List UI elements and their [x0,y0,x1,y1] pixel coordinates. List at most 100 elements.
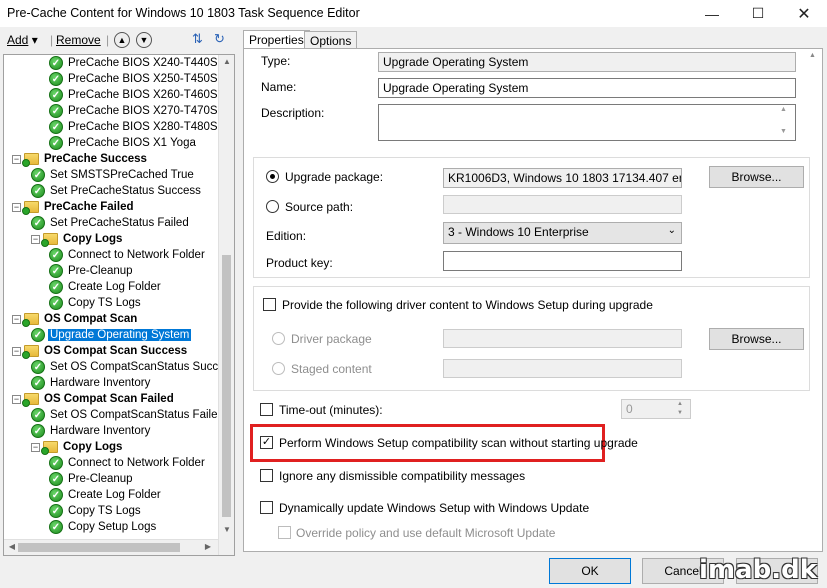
tree-step-node[interactable]: ✓ Set OS CompatScanStatus Success [31,359,234,375]
tree-step-node[interactable]: ✓ PreCache BIOS X250-T450S [49,71,220,87]
driver-package-radio[interactable] [272,332,285,345]
provide-drivers-checkbox[interactable] [263,298,276,311]
tree-step-node[interactable]: ✓ Copy Setup Logs [49,519,158,535]
move-up-icon[interactable]: ▲ [114,32,130,48]
tree-step-node[interactable]: ✓ Upgrade Operating System [31,327,193,343]
tree-step-node[interactable]: ✓ PreCache BIOS X240-T440S [49,55,220,71]
tree-group-node[interactable]: − OS Compat Scan Failed [12,391,176,407]
edition-select[interactable]: 3 - Windows 10 Enterprise ⌄ [443,222,682,244]
remove-button[interactable]: Remove [56,33,101,47]
tree-step-node[interactable]: ✓ PreCache BIOS X1 Yoga [49,135,198,151]
tree-step-node[interactable]: ✓ Set OS CompatScanStatus Failed [31,407,226,423]
scroll-right-icon[interactable]: ▶ [202,542,214,554]
browse-driver-button[interactable]: Browse... [709,328,804,350]
provide-drivers-label: Provide the following driver content to … [282,298,653,312]
tree-node-label: Connect to Network Folder [68,457,205,469]
status-dot-icon [22,399,30,407]
timeout-spinner-icon[interactable]: ▲ ▼ [677,400,683,418]
tree-step-node[interactable]: ✓ Set PreCacheStatus Failed [31,215,191,231]
tree-step-node[interactable]: ✓ Set SMSTSPreCached True [31,167,196,183]
dynamic-update-checkbox[interactable] [260,501,273,514]
tree-group-node[interactable]: − OS Compat Scan Success [12,343,189,359]
browse-package-button[interactable]: Browse... [709,166,804,188]
maximize-button[interactable]: ☐ [735,0,781,27]
source-path-radio[interactable] [266,200,279,213]
edition-select-value: 3 - Windows 10 Enterprise [448,225,589,239]
collapse-icon[interactable]: − [12,346,21,356]
tree-node-label: OS Compat Scan Failed [44,393,174,405]
collapse-icon[interactable]: − [12,202,21,212]
description-scroll-down-icon[interactable]: ▼ [780,128,787,135]
collapse-icon[interactable]: − [31,234,40,244]
tree-step-node[interactable]: ✓ Connect to Network Folder [49,455,207,471]
name-field[interactable]: Upgrade Operating System [378,78,796,98]
timeout-label: Time-out (minutes): [279,403,383,417]
tree-vertical-scrollbar[interactable]: ▲ ▼ [218,55,234,555]
tree-group-node[interactable]: − OS Compat Scan [12,311,139,327]
tree-step-node[interactable]: ✓ Pre-Cleanup [49,471,135,487]
tree-horizontal-scrollbar[interactable]: ◀ ▶ [4,539,218,555]
tab-properties[interactable]: Properties [243,30,310,50]
scroll-up-icon[interactable]: ▲ [221,57,233,69]
upgrade-package-radio[interactable] [266,170,279,183]
tree-step-node[interactable]: ✓ PreCache BIOS X260-T460S [49,87,220,103]
staged-content-field [443,359,682,378]
move-down-icon[interactable]: ▼ [136,32,152,48]
collapse-icon[interactable]: − [12,154,21,164]
timeout-checkbox[interactable] [260,403,273,416]
tree-step-node[interactable]: ✓ PreCache BIOS X270-T470S [49,103,220,119]
description-scroll-up-icon[interactable]: ▲ [780,106,787,113]
tree-step-node[interactable]: ✓ Set PreCacheStatus Success [31,183,203,199]
title-bar: Pre-Cache Content for Windows 10 1803 Ta… [0,0,827,27]
tree-group-node[interactable]: − PreCache Failed [12,199,135,215]
tree-node-label: Copy Logs [63,441,123,453]
tree-node-label: OS Compat Scan Success [44,345,188,357]
tree-step-node[interactable]: ✓ Create Log Folder [49,279,163,295]
tree-hscroll-thumb[interactable] [18,543,180,552]
tree-step-node[interactable]: ✓ Create Log Folder [49,487,163,503]
tree-step-node[interactable]: ✓ Copy TS Logs [49,503,143,519]
tree-step-node[interactable]: ✓ Copy TS Logs [49,295,143,311]
scroll-down-icon[interactable]: ▼ [221,525,233,537]
folder-icon [22,153,39,167]
tree-node-label: Set PreCacheStatus Failed [50,217,189,229]
description-field[interactable] [378,104,796,141]
tree-step-node[interactable]: ✓ Hardware Inventory [31,375,152,391]
override-policy-checkbox[interactable] [278,526,291,539]
panel-scrollbar[interactable]: ▲ [806,49,822,551]
staged-content-radio[interactable] [272,362,285,375]
panel-scroll-up-icon[interactable]: ▲ [809,52,816,59]
ok-button[interactable]: OK [549,558,631,584]
green-check-icon: ✓ [49,488,63,502]
product-key-field[interactable] [443,251,682,271]
tree-scroll-thumb[interactable] [222,255,231,517]
minimize-button[interactable]: — [689,0,735,27]
green-check-icon: ✓ [49,456,63,470]
tree-group-node[interactable]: − Copy Logs [31,231,124,247]
close-button[interactable]: ✕ [781,0,827,27]
tree-node-label: PreCache BIOS X280-T480S [68,121,218,133]
tree-node-label: Copy TS Logs [68,505,141,517]
folder-icon [22,201,39,215]
green-check-icon: ✓ [49,472,63,486]
tree-step-node[interactable]: ✓ Hardware Inventory [31,423,152,439]
tree-group-node[interactable]: − PreCache Success [12,151,149,167]
scroll-left-icon[interactable]: ◀ [6,542,18,554]
ignore-messages-checkbox[interactable] [260,469,273,482]
green-check-icon: ✓ [49,72,63,86]
tree-step-node[interactable]: ✓ Connect to Network Folder [49,247,207,263]
collapse-icon[interactable]: − [12,314,21,324]
collapse-icon[interactable]: − [12,394,21,404]
tree-step-node[interactable]: ✓ PreCache BIOS X280-T480S [49,119,220,135]
sort-icon[interactable]: ⇅ [192,31,203,47]
tree-step-node[interactable]: ✓ Pre-Cleanup [49,263,135,279]
tree-group-node[interactable]: − Copy Logs [31,439,124,455]
name-label: Name: [261,80,297,94]
refresh-icon[interactable]: ↻ [214,31,225,47]
add-menu[interactable]: Add ▾ [7,33,38,47]
compat-scan-checkbox[interactable]: ✓ [260,436,273,449]
task-sequence-tree[interactable]: ✓ PreCache BIOS X240-T440S ✓ PreCache BIOS … [3,54,235,556]
collapse-icon[interactable]: − [31,442,40,452]
status-dot-icon [22,207,30,215]
description-label: Description: [261,106,325,120]
